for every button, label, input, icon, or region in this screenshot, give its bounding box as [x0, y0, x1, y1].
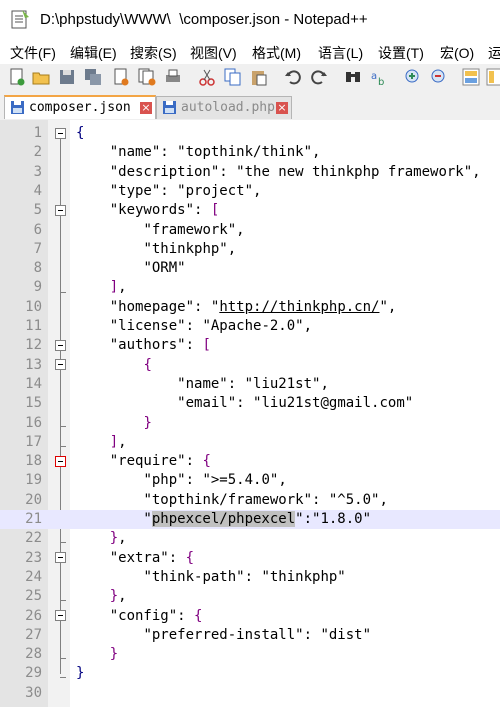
copy-icon[interactable]: [224, 68, 242, 86]
code-line: 30: [25, 684, 42, 701]
code-line: 19 "php": ">=5.4.0",: [25, 472, 287, 489]
redo-icon[interactable]: [310, 68, 328, 86]
code-line: 13 {: [25, 356, 152, 373]
tab-close-icon[interactable]: ×: [276, 102, 288, 114]
notepad-app-icon: [11, 10, 29, 29]
tab-autoload-php[interactable]: autoload.php ×: [156, 96, 292, 119]
replace-icon[interactable]: ab: [370, 68, 388, 86]
code-line: 1{: [33, 125, 85, 141]
code-line: 7 "thinkphp",: [33, 240, 237, 257]
code-line: 8 "ORM": [33, 260, 186, 277]
close-icon[interactable]: [112, 68, 130, 86]
print-icon[interactable]: [164, 68, 182, 86]
code-line: 6 "framework",: [33, 221, 245, 238]
code-line: 5 "keywords": [: [33, 202, 220, 219]
svg-text:b: b: [378, 77, 384, 86]
toolbar: ab: [0, 64, 500, 93]
code-line: 25 },: [25, 588, 127, 605]
code-line: 28 }: [25, 646, 119, 663]
code-line: 22 },: [25, 530, 127, 547]
menu-view[interactable]: 视图(V): [190, 43, 237, 63]
open-file-icon[interactable]: [32, 68, 50, 86]
code-line: 15 "email": "liu21st@gmail.com": [25, 395, 414, 412]
code-line: 26 "config": {: [25, 607, 203, 624]
menu-bar: 文件(F) 编辑(E) 搜索(S) 视图(V) 格式(M) 语言(L) 设置(T…: [0, 40, 500, 64]
menu-edit[interactable]: 编辑(E): [70, 43, 117, 63]
menu-format[interactable]: 格式(M): [252, 43, 301, 63]
menu-search[interactable]: 搜索(S): [130, 43, 177, 63]
tab-label: composer.json: [29, 100, 131, 115]
selected-text[interactable]: phpexcel/phpexcel: [151, 511, 296, 527]
saved-file-icon: [163, 101, 176, 114]
zoom-in-icon[interactable]: [404, 68, 422, 86]
save-icon[interactable]: [58, 68, 76, 86]
code-line: 11 "license": "Apache-2.0",: [25, 318, 313, 334]
new-file-icon[interactable]: [8, 68, 26, 86]
code-line: 4 "type": "project",: [33, 182, 262, 199]
svg-text:a: a: [371, 71, 377, 82]
current-code-line: 21 "phpexcel/phpexcel":"1.8.0": [0, 510, 500, 530]
tab-composer-json[interactable]: composer.json ×: [4, 95, 156, 119]
menu-macro[interactable]: 宏(O): [440, 43, 474, 63]
cut-icon[interactable]: [198, 68, 216, 86]
menu-run[interactable]: 运: [488, 43, 500, 63]
undo-icon[interactable]: [284, 68, 302, 86]
code-line: 2 "name": "topthink/think",: [33, 144, 321, 161]
code-line: 10 "homepage": "http://thinkphp.cn/",: [25, 298, 397, 315]
editor[interactable]: 1{ 2 "name": "topthink/think", 3 "descri…: [0, 120, 500, 707]
code-line: 3 "description": "the new thinkphp frame…: [33, 163, 481, 180]
code-line: 24 "think-path": "thinkphp": [25, 568, 346, 585]
code-line: 17 ],: [25, 433, 127, 450]
paste-icon[interactable]: [250, 68, 268, 86]
code-line: 29}: [25, 665, 85, 682]
code-line: 12 "authors": [: [25, 337, 211, 354]
zoom-out-icon[interactable]: [430, 68, 448, 86]
tab-label: autoload.php: [181, 100, 275, 115]
save-all-icon[interactable]: [84, 68, 102, 86]
code-line: 16 }: [25, 414, 152, 431]
menu-settings[interactable]: 设置(T): [378, 43, 424, 63]
menu-language[interactable]: 语言(L): [318, 43, 363, 63]
saved-file-icon: [11, 101, 24, 114]
code-line: 18 "require": {: [25, 453, 211, 470]
find-icon[interactable]: [344, 68, 362, 86]
tab-bar: composer.json × autoload.php ×: [0, 92, 500, 120]
sync-v-icon[interactable]: [462, 68, 480, 86]
tab-close-icon[interactable]: ×: [140, 102, 152, 114]
close-all-icon[interactable]: [138, 68, 156, 86]
code-line: 14 "name": "liu21st",: [25, 375, 329, 392]
code-line: 20 "topthink/framework": "^5.0",: [25, 491, 388, 508]
title-bar: D:\phpstudy\WWW\ \composer.json - Notepa…: [0, 0, 500, 40]
code-line: 27 "preferred-install": "dist": [25, 626, 372, 643]
homepage-link[interactable]: http://thinkphp.cn/: [219, 299, 379, 315]
sync-h-icon[interactable]: [486, 68, 500, 86]
menu-file[interactable]: 文件(F): [10, 43, 56, 63]
code-line: 9 ],: [33, 279, 127, 296]
code-line: 23 "extra": {: [25, 549, 195, 566]
window-title: D:\phpstudy\WWW\ \composer.json - Notepa…: [40, 11, 368, 28]
